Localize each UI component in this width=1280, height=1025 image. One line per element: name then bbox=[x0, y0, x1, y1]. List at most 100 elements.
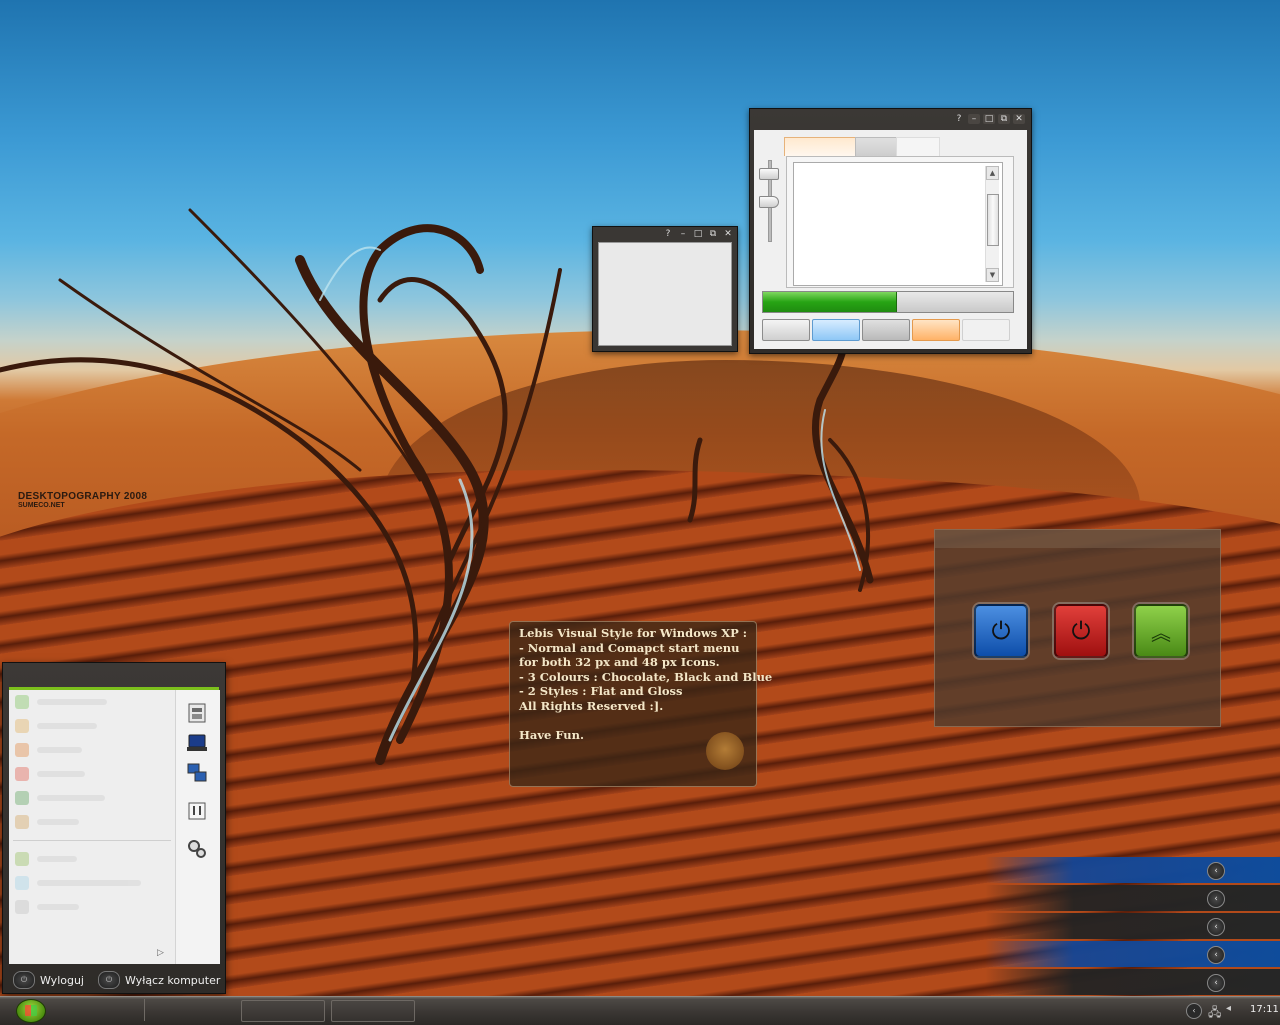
all-programs-arrow-icon[interactable]: ▷ bbox=[157, 948, 164, 958]
list-item[interactable] bbox=[9, 895, 175, 919]
shutdown-icon: ⏻ bbox=[98, 971, 120, 989]
wallpaper-logo: DESKTOPOGRAPHY 2008 SUMECO.NET bbox=[18, 491, 147, 509]
list-item[interactable] bbox=[9, 871, 175, 895]
scroll-thumb[interactable] bbox=[987, 194, 999, 246]
tab-panel: ▲ ▼ bbox=[786, 156, 1014, 288]
wallpaper-logo-title: DESKTOPOGRAPHY 2008 bbox=[18, 491, 148, 502]
volume-icon[interactable]: ◂ bbox=[1226, 1003, 1231, 1014]
explorer-bar-blue[interactable]: ‹ bbox=[985, 857, 1280, 883]
flame-logo-icon bbox=[706, 732, 744, 770]
chevron-left-icon[interactable]: ‹ bbox=[1207, 918, 1225, 936]
help-button[interactable]: ? bbox=[662, 229, 674, 239]
chevron-left-icon[interactable]: ‹ bbox=[1207, 862, 1225, 880]
button-row bbox=[762, 319, 1010, 341]
chevron-left-icon[interactable]: ‹ bbox=[1207, 890, 1225, 908]
info-line: - 2 Styles : Flat and Gloss bbox=[519, 684, 683, 699]
divider bbox=[13, 840, 171, 841]
vertical-slider-thumb[interactable] bbox=[759, 168, 779, 180]
disabled-button bbox=[962, 319, 1010, 341]
maximize-button[interactable]: □ bbox=[692, 229, 704, 239]
explorer-bar-dark[interactable]: ‹ bbox=[985, 969, 1280, 995]
hibernate-button[interactable]: ︽ bbox=[1134, 604, 1188, 658]
start-menu-body: ▷ bbox=[9, 687, 220, 964]
small-window-client bbox=[598, 242, 732, 346]
logoff-button[interactable]: ⏻ Wyloguj bbox=[13, 971, 84, 989]
list-box[interactable]: ▲ ▼ bbox=[793, 162, 1003, 286]
small-window-titlebar[interactable]: ? – □ ⧉ ✕ bbox=[593, 227, 737, 241]
info-box: Lebis Visual Style for Windows XP : - No… bbox=[509, 621, 773, 787]
start-menu: ▷ ⏻ Wyloguj ⏻ Wyłącz komputer bbox=[2, 662, 226, 994]
focused-button[interactable] bbox=[812, 319, 860, 341]
clock[interactable]: 17:11 bbox=[1250, 1004, 1279, 1015]
hover-button[interactable] bbox=[912, 319, 960, 341]
power-icon: ⏻ bbox=[1071, 617, 1091, 645]
taskbar-button[interactable] bbox=[331, 1000, 415, 1022]
explorer-bar-blue[interactable]: ‹ bbox=[985, 941, 1280, 967]
standby-icon: ⏻ bbox=[991, 617, 1011, 645]
control-panel-icon[interactable] bbox=[186, 800, 208, 822]
standby-button[interactable]: ⏻ bbox=[974, 604, 1028, 658]
tab-1[interactable] bbox=[784, 137, 856, 156]
network-icon[interactable] bbox=[186, 762, 208, 784]
shutdown-label: Wyłącz komputer bbox=[125, 973, 221, 987]
documents-icon[interactable] bbox=[186, 702, 208, 724]
minimize-button[interactable]: – bbox=[677, 229, 689, 239]
info-line: for both 32 px and 48 px Icons. bbox=[519, 655, 720, 670]
info-line: Lebis Visual Style for Windows XP : bbox=[519, 626, 748, 640]
tab-2[interactable] bbox=[855, 137, 897, 156]
shutdown-panel-header bbox=[935, 530, 1220, 548]
windows-logo-icon bbox=[25, 1005, 37, 1016]
logoff-label: Wyloguj bbox=[40, 973, 84, 987]
start-menu-header bbox=[3, 663, 225, 685]
small-window: ? – □ ⧉ ✕ bbox=[592, 226, 738, 352]
shutdown-button[interactable]: ⏻ Wyłącz komputer bbox=[98, 971, 220, 989]
demo-window-titlebar[interactable]: ? – □ ⧉ ✕ bbox=[750, 109, 1031, 129]
tab-strip bbox=[784, 137, 940, 156]
normal-button[interactable] bbox=[762, 319, 810, 341]
explorer-bar-dark[interactable]: ‹ bbox=[985, 885, 1280, 911]
tab-3[interactable] bbox=[896, 137, 940, 156]
scroll-down-arrow-icon[interactable]: ▼ bbox=[986, 268, 999, 282]
info-line: - 3 Colours : Chocolate, Black and Blue bbox=[519, 669, 773, 684]
start-button[interactable] bbox=[16, 999, 46, 1023]
vertical-scrollbar[interactable]: ▲ ▼ bbox=[985, 166, 999, 282]
close-button[interactable]: ✕ bbox=[1013, 114, 1025, 124]
settings-gears-icon[interactable] bbox=[186, 838, 208, 860]
my-computer-icon[interactable] bbox=[186, 732, 208, 754]
minimize-button[interactable]: – bbox=[968, 114, 980, 124]
chevron-left-icon[interactable]: ‹ bbox=[1207, 946, 1225, 964]
shutdown-panel: ⏻ ⏻ ︽ bbox=[934, 529, 1221, 727]
system-tray: ‹ 🖧 ◂ 17:11 bbox=[1180, 997, 1280, 1025]
start-menu-footer: ⏻ Wyloguj ⏻ Wyłącz komputer bbox=[3, 967, 225, 993]
list-item[interactable] bbox=[9, 786, 175, 810]
help-button[interactable]: ? bbox=[953, 114, 965, 124]
vertical-slider-thumb-pointer[interactable] bbox=[759, 196, 779, 208]
scroll-up-arrow-icon[interactable]: ▲ bbox=[986, 166, 999, 180]
divider bbox=[144, 999, 145, 1021]
list-item[interactable] bbox=[9, 714, 175, 738]
info-line: - Normal and Comapct start menu bbox=[519, 640, 740, 655]
network-tray-icon[interactable]: 🖧 bbox=[1208, 1003, 1221, 1024]
maximize-button[interactable]: □ bbox=[983, 114, 995, 124]
list-item[interactable] bbox=[9, 810, 175, 834]
close-button[interactable]: ✕ bbox=[722, 229, 734, 239]
progress-bar bbox=[762, 291, 1014, 313]
logoff-icon: ⏻ bbox=[13, 971, 35, 989]
turn-off-button[interactable]: ⏻ bbox=[1054, 604, 1108, 658]
taskbar: ‹ 🖧 ◂ 17:11 bbox=[0, 996, 1280, 1025]
start-menu-places bbox=[175, 690, 220, 964]
explorer-bar-dark[interactable]: ‹ bbox=[985, 913, 1280, 939]
taskbar-button[interactable] bbox=[241, 1000, 325, 1022]
pressed-button[interactable] bbox=[862, 319, 910, 341]
demo-window: ? – □ ⧉ ✕ ▲ ▼ bbox=[749, 108, 1032, 354]
restore-button[interactable]: ⧉ bbox=[998, 114, 1010, 124]
list-item[interactable] bbox=[9, 690, 175, 714]
restore-button[interactable]: ⧉ bbox=[707, 229, 719, 239]
chevron-left-icon[interactable]: ‹ bbox=[1186, 1003, 1202, 1019]
list-item[interactable] bbox=[9, 847, 175, 871]
wallpaper-logo-subtitle: SUMECO.NET bbox=[18, 502, 65, 509]
list-item[interactable] bbox=[9, 738, 175, 762]
demo-window-client: ▲ ▼ bbox=[754, 130, 1027, 349]
list-item[interactable] bbox=[9, 762, 175, 786]
chevron-left-icon[interactable]: ‹ bbox=[1207, 974, 1225, 992]
